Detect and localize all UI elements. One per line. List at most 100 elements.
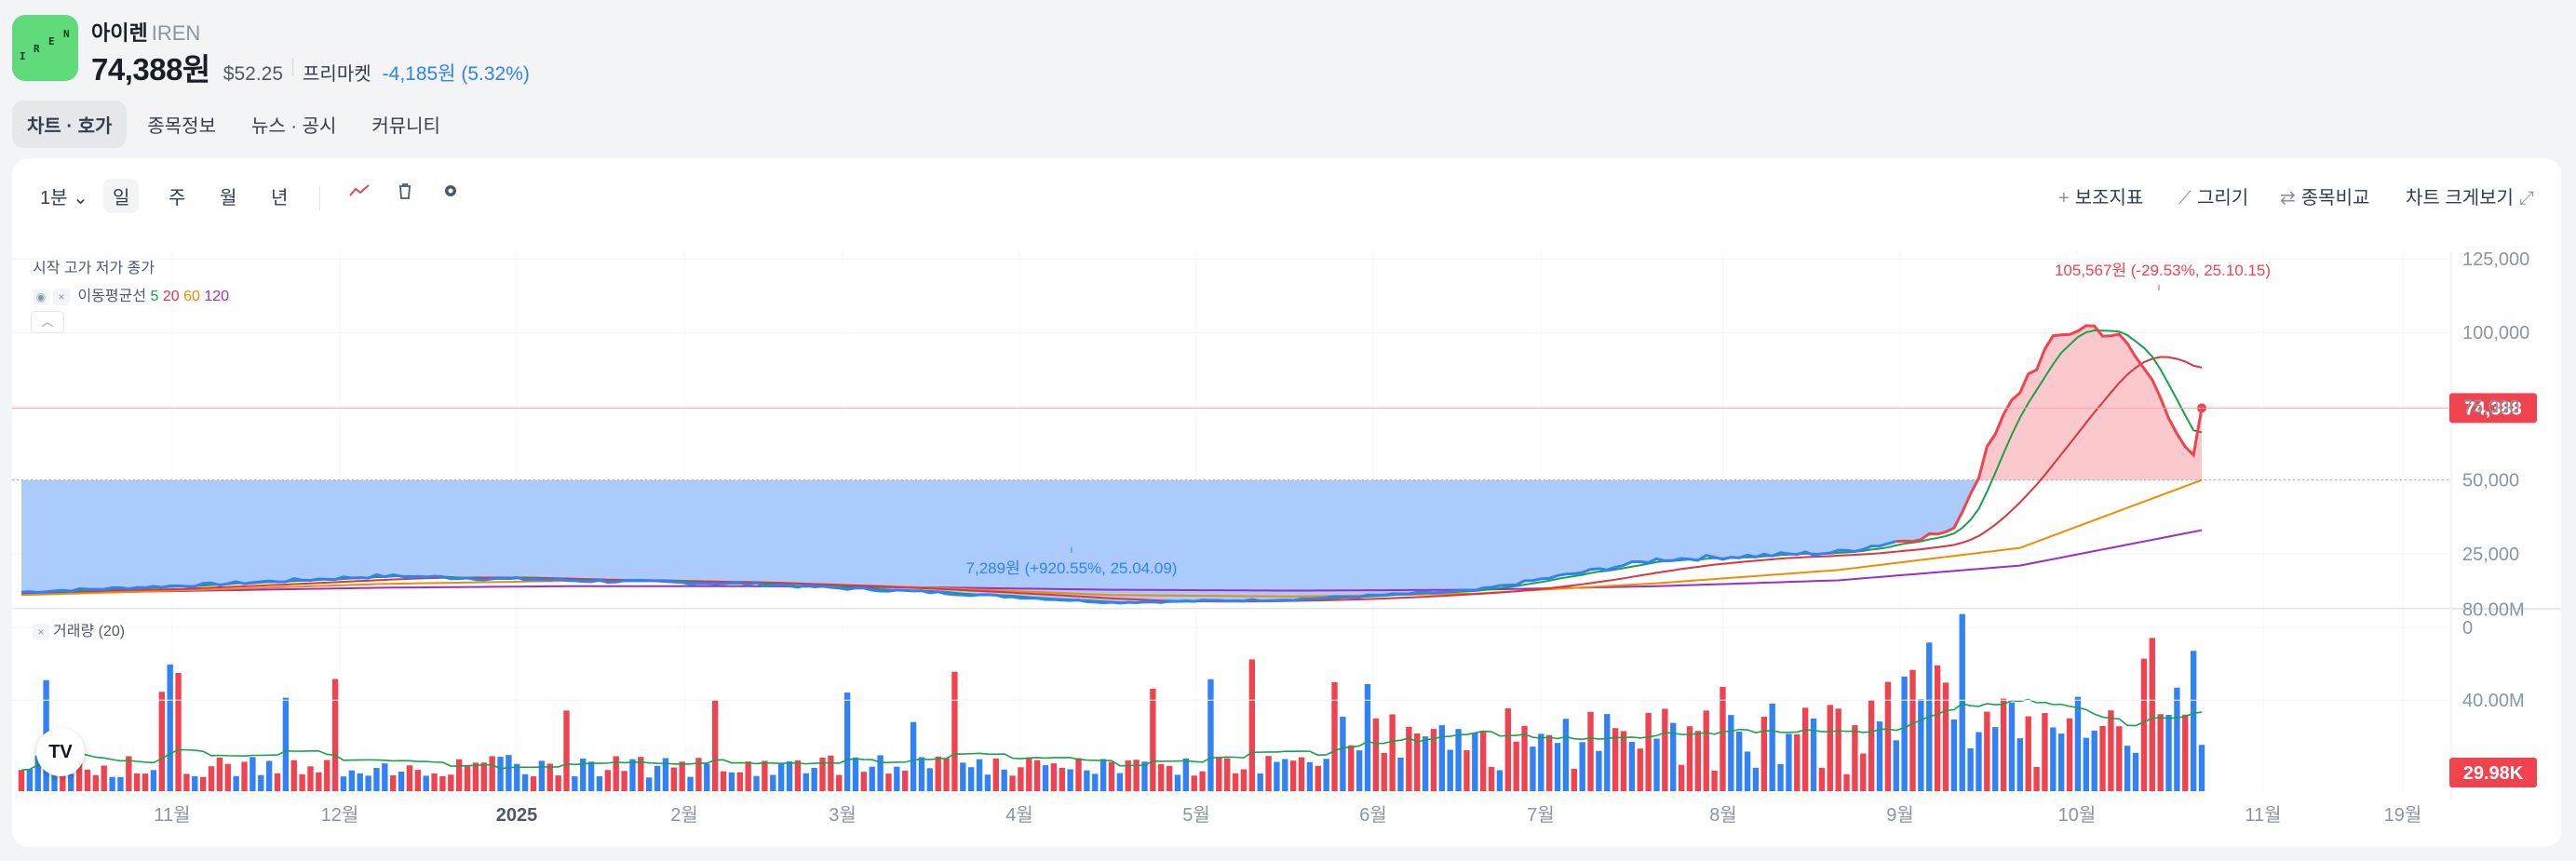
volume-bar <box>745 761 751 791</box>
tab-info[interactable]: 종목정보 <box>132 101 231 148</box>
volume-bar <box>1496 770 1504 791</box>
volume-bar <box>1513 741 1519 791</box>
volume-bar <box>1711 771 1718 791</box>
volume-bar <box>1802 707 1809 791</box>
volume-bar <box>1736 732 1743 791</box>
volume-bar <box>1596 750 1602 791</box>
volume-bar <box>1289 760 1297 791</box>
volume-bar <box>134 773 141 791</box>
volume-bar <box>455 759 463 791</box>
volume-bar <box>2050 727 2057 791</box>
volume-bar <box>216 757 223 791</box>
volume-bar <box>2132 752 2139 791</box>
volume-bar <box>2074 696 2082 791</box>
volume-bar <box>183 774 190 791</box>
volume-bar <box>373 768 380 791</box>
volume-bar <box>728 772 735 791</box>
tab-news[interactable]: 뉴스 · 공시 <box>236 101 351 148</box>
volume-bar <box>1662 708 1668 791</box>
y-tick-label: 125,000 <box>2462 249 2529 270</box>
volume-bar <box>1075 758 1082 791</box>
volume-bar <box>572 776 578 791</box>
volume-bar <box>1274 761 1280 791</box>
volume-bar <box>506 755 512 791</box>
volume-bar <box>1232 773 1239 791</box>
volume-bar <box>1265 756 1272 791</box>
volume-bar <box>960 762 966 791</box>
volume-bar <box>1216 757 1222 791</box>
stock-name: 아이렌 <box>91 21 148 45</box>
volume-bar <box>2042 712 2048 791</box>
volume-bar <box>992 758 999 791</box>
volume-bar <box>109 776 115 791</box>
divider <box>292 59 294 75</box>
volume-bar <box>1009 775 1016 791</box>
tab-chart[interactable]: 차트 · 호가 <box>12 101 128 148</box>
price-chart[interactable]: 74,388125,000100,00075,00050,00025,00001… <box>12 158 2561 847</box>
volume-bar <box>406 765 413 791</box>
y-tick-label: 50,000 <box>2462 471 2519 491</box>
volume-bar <box>843 693 851 791</box>
tradingview-logo[interactable]: TV <box>36 728 85 776</box>
volume-bar <box>423 775 429 791</box>
volume-bar <box>984 774 991 791</box>
volume-bar <box>357 773 363 791</box>
volume-bar <box>1976 732 1982 791</box>
close-icon[interactable]: × <box>33 624 49 640</box>
volume-bar <box>1257 773 1263 791</box>
logo-letter: I <box>20 50 26 62</box>
volume-bar <box>852 757 859 791</box>
volume-bar <box>1406 726 1412 791</box>
ma120-label: 120 <box>204 289 230 304</box>
volume-bar <box>1133 760 1140 791</box>
volume-bar <box>736 772 743 791</box>
volume-bar <box>1174 774 1181 791</box>
volume-bar <box>1306 761 1314 791</box>
volume-bar <box>142 774 149 791</box>
x-tick-label: 6월 <box>1359 804 1387 826</box>
volume-bar <box>546 763 553 791</box>
volume-bar <box>258 774 264 791</box>
volume-bar <box>1967 747 1974 791</box>
volume-bar <box>1628 742 1636 791</box>
volume-bar <box>1794 733 1801 791</box>
collapse-button[interactable]: ︿ <box>31 311 64 333</box>
volume-bar <box>1092 774 1099 791</box>
volume-bar <box>2099 725 2106 791</box>
min-annotation: 7,289원 (+920.55%, 25.04.09) <box>966 559 1178 577</box>
volume-bar <box>1389 714 1396 791</box>
volume-bar <box>1545 734 1553 791</box>
volume-bar <box>1852 725 1858 791</box>
volume-bar <box>250 757 256 791</box>
volume-bar <box>489 756 495 791</box>
tab-community[interactable]: 커뮤니티 <box>357 101 455 148</box>
ohlc-legend: 시작 고가 저가 종가 <box>33 261 155 276</box>
volume-bar <box>1653 738 1660 791</box>
volume-bar <box>324 760 330 791</box>
volume-bar <box>398 771 405 791</box>
price-change: -4,185원 (5.32%) <box>382 63 530 85</box>
chart-card: 1분 ⌄ 일 주 월 년 + 보조지표 ⟋ 그리기 ⇄ 종목비교 차트 크게보기 ⤢ 7… <box>12 158 2561 847</box>
volume-bar <box>316 772 322 791</box>
volume-bar <box>117 776 124 791</box>
volume-bar <box>902 770 909 791</box>
volume-bar <box>26 768 34 791</box>
y-tick-label: 75,000 <box>2462 397 2519 417</box>
volume-bar <box>1001 769 1007 791</box>
volume-bar <box>1026 758 1032 791</box>
volume-bar <box>587 761 595 791</box>
close-icon[interactable]: × <box>53 289 70 305</box>
volume-bar <box>1777 763 1784 791</box>
volume-bar <box>1150 688 1156 791</box>
volume-bar <box>2066 718 2073 791</box>
x-tick-label: 4월 <box>1005 804 1033 826</box>
stock-price: 74,388원 <box>91 52 210 87</box>
volume-bar <box>2165 714 2172 791</box>
eye-icon[interactable]: ◉ <box>33 289 49 305</box>
volume-bar <box>802 773 809 791</box>
logo-letter: N <box>63 28 70 40</box>
volume-bar <box>2198 745 2205 791</box>
max-annotation: 105,567원 (-29.53%, 25.10.15) <box>2055 262 2271 279</box>
volume-bar <box>68 774 74 791</box>
volume-bar <box>1786 733 1792 791</box>
